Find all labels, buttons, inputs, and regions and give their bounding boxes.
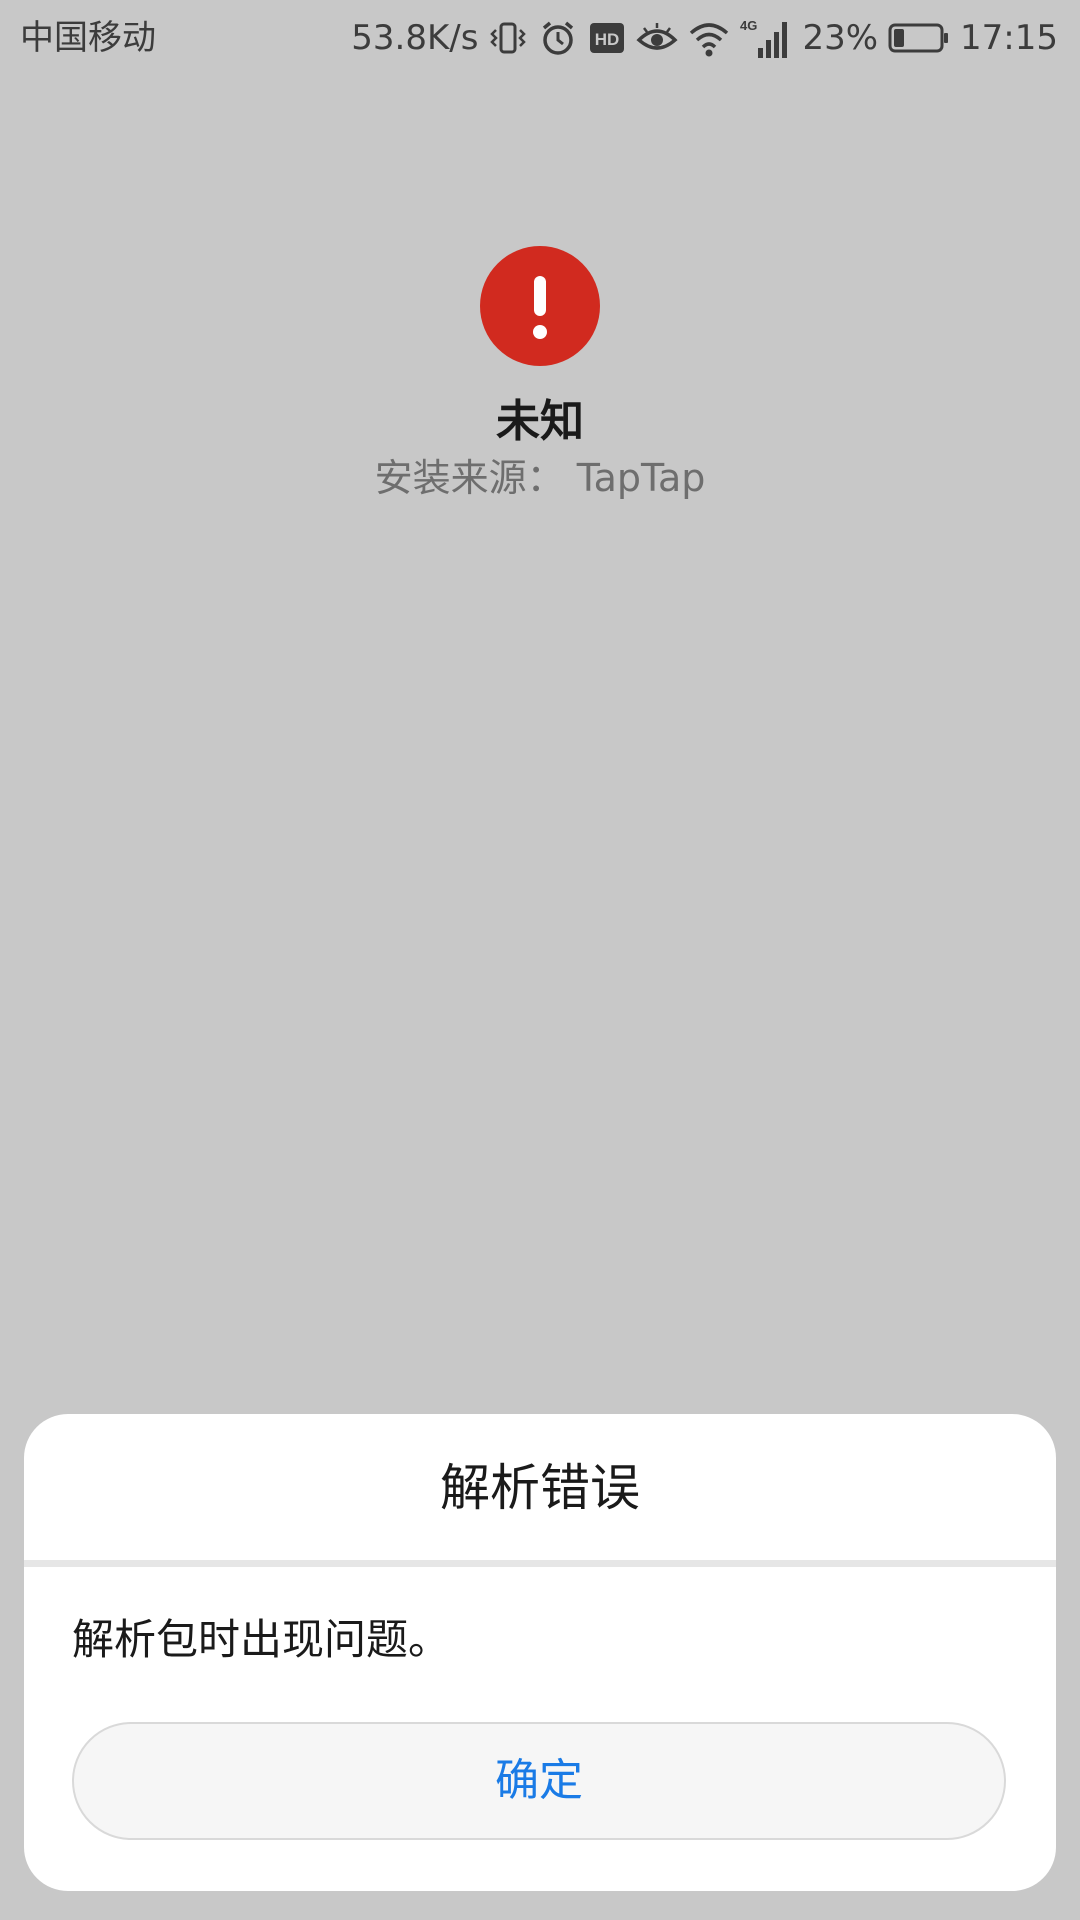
parse-error-dialog: 解析错误 解析包时出现问题。 确定 xyxy=(24,1414,1056,1891)
dialog-divider xyxy=(24,1560,1056,1567)
clock: 17:15 xyxy=(960,18,1058,58)
installer-screen: 中国移动 53.8K/s HD 4G 23% 17:15 未知 安装来源： Ta… xyxy=(0,0,1080,1920)
network-speed: 53.8K/s xyxy=(351,18,479,58)
svg-text:HD: HD xyxy=(595,30,620,49)
carrier-name: 中国移动 xyxy=(20,18,156,58)
dialog-message: 解析包时出现问题。 xyxy=(72,1615,451,1664)
eye-icon xyxy=(636,18,678,58)
4g-signal-icon: 4G xyxy=(740,16,792,60)
status-icons: 53.8K/s HD 4G 23% 17:15 xyxy=(351,14,1058,62)
error-exclamation-icon xyxy=(480,246,600,366)
hd-icon: HD xyxy=(588,20,626,56)
dialog-title: 解析错误 xyxy=(440,1459,640,1517)
battery-fill xyxy=(894,29,905,47)
install-source: 安装来源： TapTap xyxy=(374,456,706,500)
app-name: 未知 xyxy=(496,396,584,447)
status-bar: 中国移动 53.8K/s HD 4G 23% 17:15 xyxy=(0,0,1080,76)
confirm-button[interactable]: 确定 xyxy=(72,1722,1006,1840)
svg-text:4G: 4G xyxy=(740,18,757,33)
battery-icon xyxy=(888,21,950,55)
battery-percent: 23% xyxy=(802,18,879,58)
wifi-icon xyxy=(688,18,730,58)
alarm-icon xyxy=(538,18,578,58)
vibrate-icon xyxy=(488,18,528,58)
